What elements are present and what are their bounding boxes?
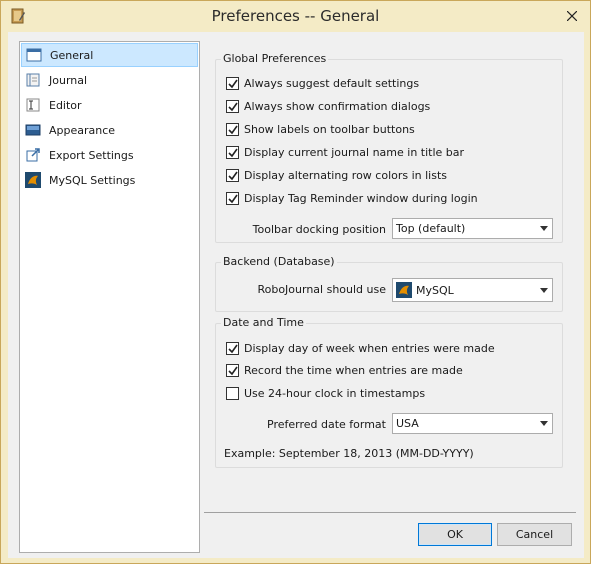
option-label: Always suggest default settings bbox=[244, 77, 420, 90]
nav-item-general[interactable]: General bbox=[21, 43, 198, 67]
toolbar-docking-select[interactable]: Top (default) bbox=[392, 218, 553, 239]
option-label: Use 24-hour clock in timestamps bbox=[244, 387, 426, 400]
checkmark-icon bbox=[227, 125, 238, 134]
nav-item-mysql-settings[interactable]: MySQL Settings bbox=[21, 168, 198, 192]
option-label: Display day of week when entries were ma… bbox=[244, 342, 495, 355]
dialog-body: General Journal Editor Appearance Export… bbox=[8, 32, 584, 558]
mysql-dolphin-icon bbox=[25, 172, 41, 188]
option-suggest-defaults[interactable]: Always suggest default settings bbox=[226, 77, 419, 90]
group-title-date-time: Date and Time bbox=[221, 316, 306, 329]
checkbox[interactable] bbox=[226, 123, 239, 136]
select-value: MySQL bbox=[416, 283, 454, 297]
option-label: Display Tag Reminder window during login bbox=[244, 192, 478, 205]
option-label: Show labels on toolbar buttons bbox=[244, 123, 415, 136]
backend-select[interactable]: MySQL bbox=[392, 278, 553, 302]
checkbox[interactable] bbox=[226, 77, 239, 90]
checkmark-icon bbox=[227, 102, 238, 111]
option-record-time[interactable]: Record the time when entries are made bbox=[226, 364, 463, 377]
nav-item-label: Export Settings bbox=[49, 148, 134, 162]
mysql-dolphin-icon bbox=[396, 282, 412, 298]
settings-nav-list: General Journal Editor Appearance Export… bbox=[19, 41, 200, 553]
cancel-button[interactable]: Cancel bbox=[497, 523, 572, 546]
option-day-of-week[interactable]: Display day of week when entries were ma… bbox=[226, 342, 495, 355]
date-format-select[interactable]: USA bbox=[392, 413, 553, 434]
checkbox[interactable] bbox=[226, 169, 239, 182]
select-value: USA bbox=[396, 417, 419, 430]
toolbar-docking-label: Toolbar docking position bbox=[252, 223, 386, 236]
window-icon bbox=[26, 48, 42, 62]
chevron-down-icon bbox=[535, 414, 552, 433]
nav-item-label: General bbox=[50, 48, 94, 62]
checkbox[interactable] bbox=[226, 364, 239, 377]
option-alternating-rows[interactable]: Display alternating row colors in lists bbox=[226, 169, 447, 182]
checkbox[interactable] bbox=[226, 192, 239, 205]
checkmark-icon bbox=[227, 79, 238, 88]
checkmark-icon bbox=[227, 148, 238, 157]
nav-item-label: Appearance bbox=[49, 123, 116, 137]
ok-button[interactable]: OK bbox=[418, 523, 492, 546]
option-tag-reminder[interactable]: Display Tag Reminder window during login bbox=[226, 192, 478, 205]
chevron-down-icon bbox=[535, 281, 552, 300]
chevron-down-icon bbox=[535, 219, 552, 238]
nav-item-label: Journal bbox=[49, 73, 88, 87]
nav-item-export-settings[interactable]: Export Settings bbox=[21, 143, 198, 167]
nav-item-appearance[interactable]: Appearance bbox=[21, 118, 198, 142]
checkbox[interactable] bbox=[226, 100, 239, 113]
checkmark-icon bbox=[227, 194, 238, 203]
button-divider bbox=[204, 512, 576, 513]
select-value: Top (default) bbox=[396, 222, 466, 235]
checkbox[interactable] bbox=[226, 387, 239, 400]
option-confirmation-dialogs[interactable]: Always show confirmation dialogs bbox=[226, 100, 430, 113]
title-bar[interactable]: Preferences -- General bbox=[1, 1, 590, 32]
group-title-backend: Backend (Database) bbox=[221, 255, 337, 268]
preferences-window: Preferences -- General General Journal E… bbox=[0, 0, 591, 564]
option-label: Record the time when entries are made bbox=[244, 364, 463, 377]
nav-item-journal[interactable]: Journal bbox=[21, 68, 198, 92]
date-format-example: Example: September 18, 2013 (MM-DD-YYYY) bbox=[224, 447, 474, 460]
checkmark-icon bbox=[227, 366, 238, 375]
close-button[interactable] bbox=[560, 7, 584, 25]
close-icon bbox=[567, 11, 577, 21]
checkbox[interactable] bbox=[226, 146, 239, 159]
export-arrow-icon bbox=[26, 148, 40, 162]
date-format-label: Preferred date format bbox=[267, 418, 386, 431]
monitor-icon bbox=[25, 124, 41, 136]
option-journal-name-titlebar[interactable]: Display current journal name in title ba… bbox=[226, 146, 464, 159]
checkbox[interactable] bbox=[226, 342, 239, 355]
option-24-hour-clock[interactable]: Use 24-hour clock in timestamps bbox=[226, 387, 425, 400]
option-toolbar-labels[interactable]: Show labels on toolbar buttons bbox=[226, 123, 415, 136]
checkmark-icon bbox=[227, 171, 238, 180]
book-icon bbox=[26, 73, 40, 87]
text-editor-icon bbox=[26, 98, 40, 112]
option-label: Display alternating row colors in lists bbox=[244, 169, 448, 182]
group-title-global: Global Preferences bbox=[221, 52, 329, 65]
nav-item-editor[interactable]: Editor bbox=[21, 93, 198, 117]
backend-label: RoboJournal should use bbox=[257, 283, 386, 296]
window-title: Preferences -- General bbox=[211, 7, 380, 25]
option-label: Always show confirmation dialogs bbox=[244, 100, 431, 113]
nav-item-label: MySQL Settings bbox=[49, 173, 136, 187]
option-label: Display current journal name in title ba… bbox=[244, 146, 465, 159]
nav-item-label: Editor bbox=[49, 98, 82, 112]
checkmark-icon bbox=[227, 344, 238, 353]
